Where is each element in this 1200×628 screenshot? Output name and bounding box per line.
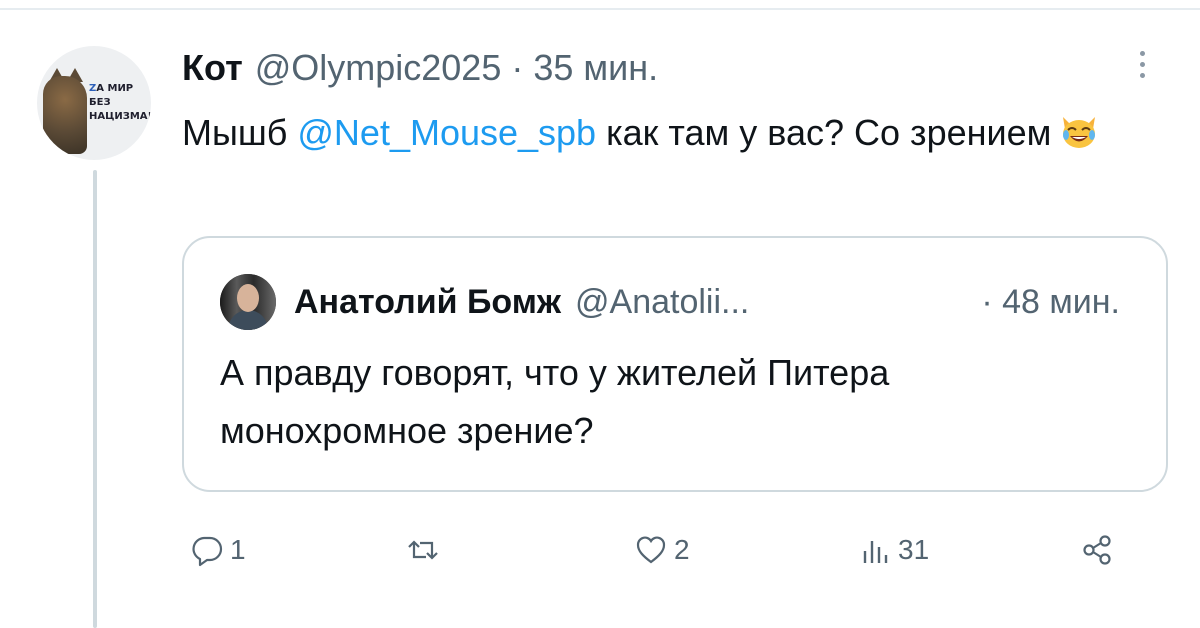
reply-icon <box>192 536 223 567</box>
tweet-text: Мышб @Net_Mouse_spb как там у вас? Со зр… <box>182 105 1112 161</box>
top-divider <box>0 8 1200 10</box>
tweet-header: Кот @Olympic2025 · 35 мин. <box>182 46 658 90</box>
views-button[interactable]: 31 <box>858 528 929 572</box>
more-options-icon[interactable] <box>1130 46 1154 82</box>
share-button[interactable] <box>1080 528 1114 572</box>
quoted-time: · 48 мин. <box>981 282 1120 321</box>
views-count: 31 <box>898 534 930 565</box>
share-icon <box>1083 535 1111 565</box>
avatar-cat-image <box>43 76 87 154</box>
retweet-button[interactable] <box>406 528 446 572</box>
avatar[interactable]: ZА МИР БЕЗ НАЦИЗМА! <box>37 46 151 160</box>
tweet-text-start: Мышб <box>182 112 298 153</box>
more-dot <box>1139 50 1145 56</box>
tweet-time[interactable]: 35 мин. <box>533 46 658 90</box>
retweet-icon <box>408 540 438 560</box>
like-button[interactable]: 2 <box>634 528 690 572</box>
thread-line <box>93 170 97 628</box>
reply-count: 1 <box>230 534 246 565</box>
heart-icon <box>636 536 666 564</box>
author-handle[interactable]: @Olympic2025 <box>255 46 502 90</box>
avatar-caption-line1: А МИР <box>96 83 134 94</box>
quoted-avatar <box>220 274 276 330</box>
more-dot <box>1139 61 1145 67</box>
quoted-author-handle: @Anatolii... <box>575 282 750 321</box>
action-bar: 1 2 31 <box>190 528 1140 572</box>
like-count: 2 <box>674 534 690 565</box>
quoted-avatar-face <box>237 284 259 312</box>
mention-link[interactable]: @Net_Mouse_spb <box>297 112 596 153</box>
quoted-author-name: Анатолий Бомж <box>294 282 561 321</box>
quoted-tweet-header: Анатолий Бомж @Anatolii... · 48 мин. <box>220 274 1140 330</box>
author-name[interactable]: Кот <box>182 46 243 90</box>
reply-button[interactable]: 1 <box>190 528 246 572</box>
quoted-text: А правду говорят, что у жителей Питера м… <box>220 352 890 451</box>
more-dot <box>1139 72 1145 78</box>
views-chart-icon <box>863 541 888 563</box>
avatar-caption-line2: БЕЗ НАЦИЗМА! <box>89 97 151 122</box>
cat-tears-of-joy-icon <box>1063 117 1096 148</box>
separator-dot: · <box>511 47 524 88</box>
quoted-tweet[interactable]: Анатолий Бомж @Anatolii... · 48 мин. А п… <box>182 236 1168 492</box>
tweet-text-end: как там у вас? Со зрением <box>596 112 1052 153</box>
avatar-caption: ZА МИР БЕЗ НАЦИЗМА! <box>89 82 151 124</box>
